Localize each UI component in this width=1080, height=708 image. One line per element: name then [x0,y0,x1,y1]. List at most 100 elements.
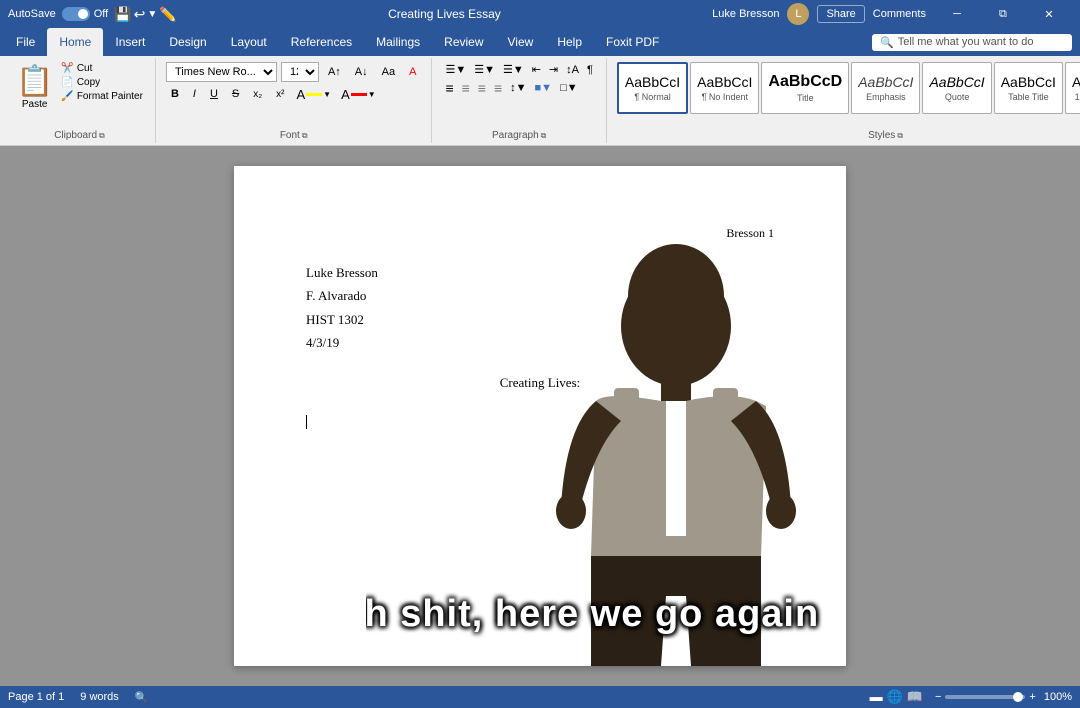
grow-button[interactable]: A↑ [323,62,346,82]
zoom-slider[interactable] [945,695,1025,699]
tab-design[interactable]: Design [157,28,218,56]
font-color-button[interactable]: A ▼ [338,86,379,103]
comments-button[interactable]: Comments [873,8,926,20]
tab-help[interactable]: Help [545,28,594,56]
style-table-so[interactable]: AaBbCcI 1 Table So... [1065,62,1080,114]
style-no-indent[interactable]: AaBbCcI ¶ No Indent [690,62,759,114]
ribbon: 📋 Paste ✂️ Cut 📄 Copy 🖌️ Format Painter [0,56,1080,146]
align-left-button[interactable]: ≡ [442,79,456,97]
customize-icon[interactable]: ✏️ [159,6,176,23]
style-quote[interactable]: AaBbCcI Quote [922,62,991,114]
tab-review[interactable]: Review [432,28,495,56]
restore-button[interactable]: ⧉ [980,0,1026,28]
font-color-dropdown[interactable]: ▼ [368,90,376,99]
title-bar: AutoSave Off 💾 ↩ ▼ ✏️ Creating Lives Ess… [0,0,1080,28]
tab-foxit[interactable]: Foxit PDF [594,28,671,56]
clear-format-button[interactable]: A [404,62,421,82]
paragraph-expand-icon[interactable]: ⧉ [541,131,547,141]
tab-home[interactable]: Home [47,28,103,56]
tab-mailings[interactable]: Mailings [364,28,432,56]
highlight-button[interactable]: A ▼ [294,86,335,103]
cut-button[interactable]: ✂️ Cut [59,62,145,75]
align-center-button[interactable]: ≡ [459,79,473,97]
clipboard-content: 📋 Paste ✂️ Cut 📄 Copy 🖌️ Format Painter [12,60,147,128]
borders-button[interactable]: □▼ [557,81,581,95]
clipboard-expand-icon[interactable]: ⧉ [99,131,105,141]
align-right-button[interactable]: ≡ [475,79,489,97]
minimize-button[interactable]: ─ [934,0,980,28]
bold-button[interactable]: B [166,84,184,104]
justify-button[interactable]: ≡ [491,79,505,97]
paste-label: Paste [22,99,48,110]
tab-insert[interactable]: Insert [103,28,157,56]
proofing-icon[interactable]: 🔍 [135,691,149,704]
meme-caption: Ah shit, here we go again [366,593,819,636]
line-spacing-button[interactable]: ↕▼ [507,81,529,95]
increase-indent-button[interactable]: ⇥ [546,62,561,77]
user-name: Luke Bresson [712,8,779,20]
bullets-button[interactable]: ☰▼ [442,62,469,77]
case-button[interactable]: Aa [377,62,400,82]
cut-icon: ✂️ [61,63,73,74]
superscript-button[interactable]: x² [271,84,289,104]
styles-expand-icon[interactable]: ⧉ [897,131,903,141]
zoom-thumb[interactable] [1013,692,1023,702]
style-no-indent-label: ¶ No Indent [702,92,748,102]
title-bar-left: AutoSave Off 💾 ↩ ▼ ✏️ [8,6,177,23]
subscript-button[interactable]: x₂ [248,84,267,104]
document-page[interactable]: Bresson 1 Luke Bresson F. Alvarado HIST … [234,166,846,666]
italic-button[interactable]: I [188,84,201,104]
view-buttons: ▬ 🌐 📖 [870,689,923,705]
document-title: Creating Lives Essay [388,7,501,21]
multilevel-button[interactable]: ☰▼ [500,62,527,77]
style-emphasis-label: Emphasis [866,92,906,102]
show-marks-button[interactable]: ¶ [584,63,596,77]
strikethrough-button[interactable]: S [227,84,244,104]
read-mode-button[interactable]: 📖 [907,689,923,705]
format-painter-button[interactable]: 🖌️ Format Painter [59,90,145,103]
paste-button[interactable]: 📋 Paste [14,62,55,112]
tab-layout[interactable]: Layout [219,28,279,56]
style-quote-label: Quote [945,92,970,102]
paragraph-label: Paragraph ⧉ [492,128,546,141]
autosave-toggle[interactable]: Off [62,7,108,21]
print-layout-button[interactable]: ▬ [870,689,883,705]
undo-icon[interactable]: ↩ [134,6,146,23]
title-bar-right: Luke Bresson L Share Comments ─ ⧉ ✕ [712,0,1072,28]
window-controls: ─ ⧉ ✕ [934,0,1072,28]
zoom-controls: − + 100% [935,691,1072,703]
shading-button[interactable]: ■▼ [532,81,556,95]
style-normal[interactable]: AaBbCcI ¶ Normal [617,62,688,114]
style-title[interactable]: AaBbCcD Title [761,62,849,114]
style-table-title[interactable]: AaBbCcI Table Title [994,62,1063,114]
share-button[interactable]: Share [817,5,864,23]
shrink-button[interactable]: A↓ [350,62,373,82]
numbering-button[interactable]: ☰▼ [471,62,498,77]
zoom-level[interactable]: 100% [1044,691,1072,703]
text-cursor [306,415,307,429]
tab-file[interactable]: File [4,28,47,56]
zoom-in-button[interactable]: + [1029,691,1035,703]
ribbon-search[interactable]: 🔍 Tell me what you want to do [872,34,1072,51]
save-icon[interactable]: 💾 [114,6,131,23]
copy-button[interactable]: 📄 Copy [59,76,145,89]
font-size-select[interactable]: 12 [281,62,319,82]
tab-view[interactable]: View [496,28,546,56]
tab-references[interactable]: References [279,28,364,56]
web-layout-button[interactable]: 🌐 [887,689,903,705]
close-button[interactable]: ✕ [1026,0,1072,28]
autosave-state: Off [94,8,108,20]
highlight-icon: A [297,87,306,102]
toggle-switch[interactable] [62,7,90,21]
style-emphasis[interactable]: AaBbCcI Emphasis [851,62,920,114]
avatar[interactable]: L [787,3,809,25]
sort-button[interactable]: ↕A [563,63,582,77]
highlight-dropdown[interactable]: ▼ [323,90,331,99]
underline-button[interactable]: U [205,84,223,104]
clipboard-buttons: ✂️ Cut 📄 Copy 🖌️ Format Painter [59,62,145,103]
font-expand-icon[interactable]: ⧉ [302,131,308,141]
decrease-indent-button[interactable]: ⇤ [529,62,544,77]
style-title-preview: AaBbCcD [768,73,842,91]
font-family-select[interactable]: Times New Ro... [166,62,277,82]
zoom-out-button[interactable]: − [935,691,941,703]
